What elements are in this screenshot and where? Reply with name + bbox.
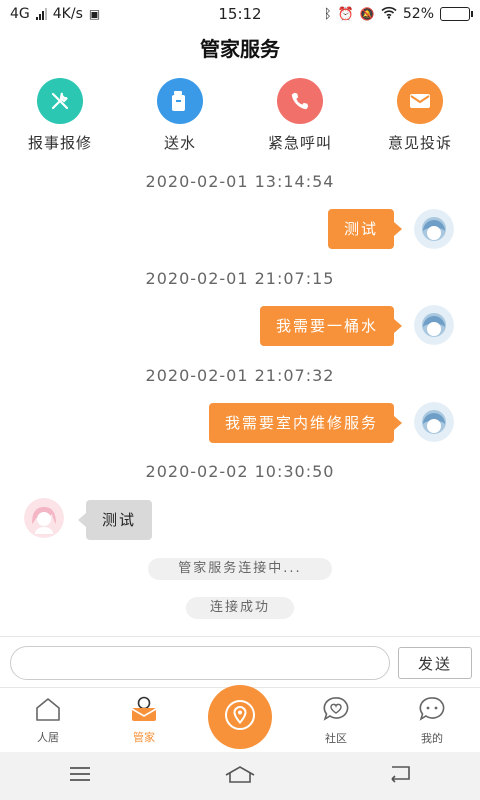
status-bar: 4G 4K/s ▣ 15:12 ᛒ ⏰ 🔕 52%	[0, 0, 480, 28]
back-button[interactable]	[370, 756, 430, 796]
tab-butler[interactable]: 管家	[96, 696, 192, 745]
quick-actions: 报事报修 送水 紧急呼叫 意见投诉	[0, 78, 480, 153]
message-bubble-received[interactable]: 测试	[77, 500, 153, 540]
message-bubble-sent[interactable]: 我需要一桶水	[259, 306, 403, 346]
tab-label: 管家	[133, 730, 155, 744]
status-left: 4G 4K/s ▣	[10, 6, 100, 22]
mute-icon: 🔕	[359, 7, 375, 21]
system-nav-bar	[0, 752, 480, 800]
alarm-icon: ⏰	[337, 6, 354, 22]
message-timestamp: 2020-02-02 10:30:50	[145, 462, 335, 481]
menu-button[interactable]	[50, 756, 110, 796]
menu-icon	[69, 766, 91, 786]
phone-icon	[277, 78, 323, 124]
user-avatar[interactable]	[414, 305, 454, 345]
butler-avatar[interactable]	[24, 498, 64, 538]
status-right: ᛒ ⏰ 🔕 52%	[323, 6, 473, 23]
wrench-screwdriver-icon	[37, 78, 83, 124]
profile-chat-icon	[417, 695, 447, 727]
tab-label: 社区	[325, 731, 347, 745]
page-title: 管家服务	[200, 37, 280, 61]
signal-icon	[35, 8, 47, 20]
message-timestamp: 2020-02-01 21:07:15	[145, 269, 335, 288]
message-timestamp: 2020-02-01 13:14:54	[145, 172, 335, 191]
action-label: 报事报修	[27, 134, 92, 152]
center-action-button[interactable]	[208, 685, 272, 749]
butler-icon	[129, 696, 159, 726]
back-icon	[387, 765, 413, 787]
bluetooth-icon: ᛒ	[323, 6, 332, 22]
user-avatar[interactable]	[414, 402, 454, 442]
message-bubble-sent[interactable]: 我需要室内维修服务	[208, 403, 403, 443]
tab-profile[interactable]: 我的	[384, 695, 480, 746]
battery-percent: 52%	[402, 6, 434, 22]
action-repair[interactable]: 报事报修	[5, 78, 115, 153]
system-status-connecting: 管家服务连接中...	[148, 558, 332, 580]
message-timestamp: 2020-02-01 21:07:32	[145, 366, 335, 385]
action-water[interactable]: 送水	[125, 78, 235, 153]
water-bucket-icon	[157, 78, 203, 124]
mail-icon	[397, 78, 443, 124]
network-speed: 4K/s	[52, 6, 83, 22]
wifi-icon	[381, 6, 397, 23]
action-label: 紧急呼叫	[267, 134, 332, 152]
message-input[interactable]	[10, 646, 390, 680]
user-avatar[interactable]	[414, 209, 454, 249]
vpn-icon: ▣	[88, 7, 101, 21]
home-button[interactable]	[210, 756, 270, 796]
tab-community[interactable]: 社区	[288, 695, 384, 746]
location-pin-icon	[223, 698, 257, 736]
action-label: 意见投诉	[387, 134, 452, 152]
send-button[interactable]: 发送	[398, 647, 472, 679]
action-emergency-call[interactable]: 紧急呼叫	[245, 78, 355, 153]
action-label: 送水	[163, 134, 196, 152]
battery-icon	[440, 7, 473, 21]
tab-label: 我的	[421, 731, 443, 745]
bottom-tab-bar: 人居 管家 社区 我的	[0, 685, 480, 751]
tab-label: 人居	[37, 730, 59, 744]
action-complaint[interactable]: 意见投诉	[365, 78, 475, 153]
system-status-connected: 连接成功	[186, 597, 294, 619]
tab-home[interactable]: 人居	[0, 696, 96, 745]
network-type: 4G	[10, 6, 30, 22]
message-bubble-sent[interactable]: 测试	[327, 209, 403, 249]
home-nav-icon	[224, 765, 256, 787]
tab-center[interactable]	[192, 685, 288, 749]
message-input-bar: 发送	[0, 636, 480, 688]
community-chat-icon	[321, 695, 351, 727]
home-icon	[34, 696, 62, 726]
